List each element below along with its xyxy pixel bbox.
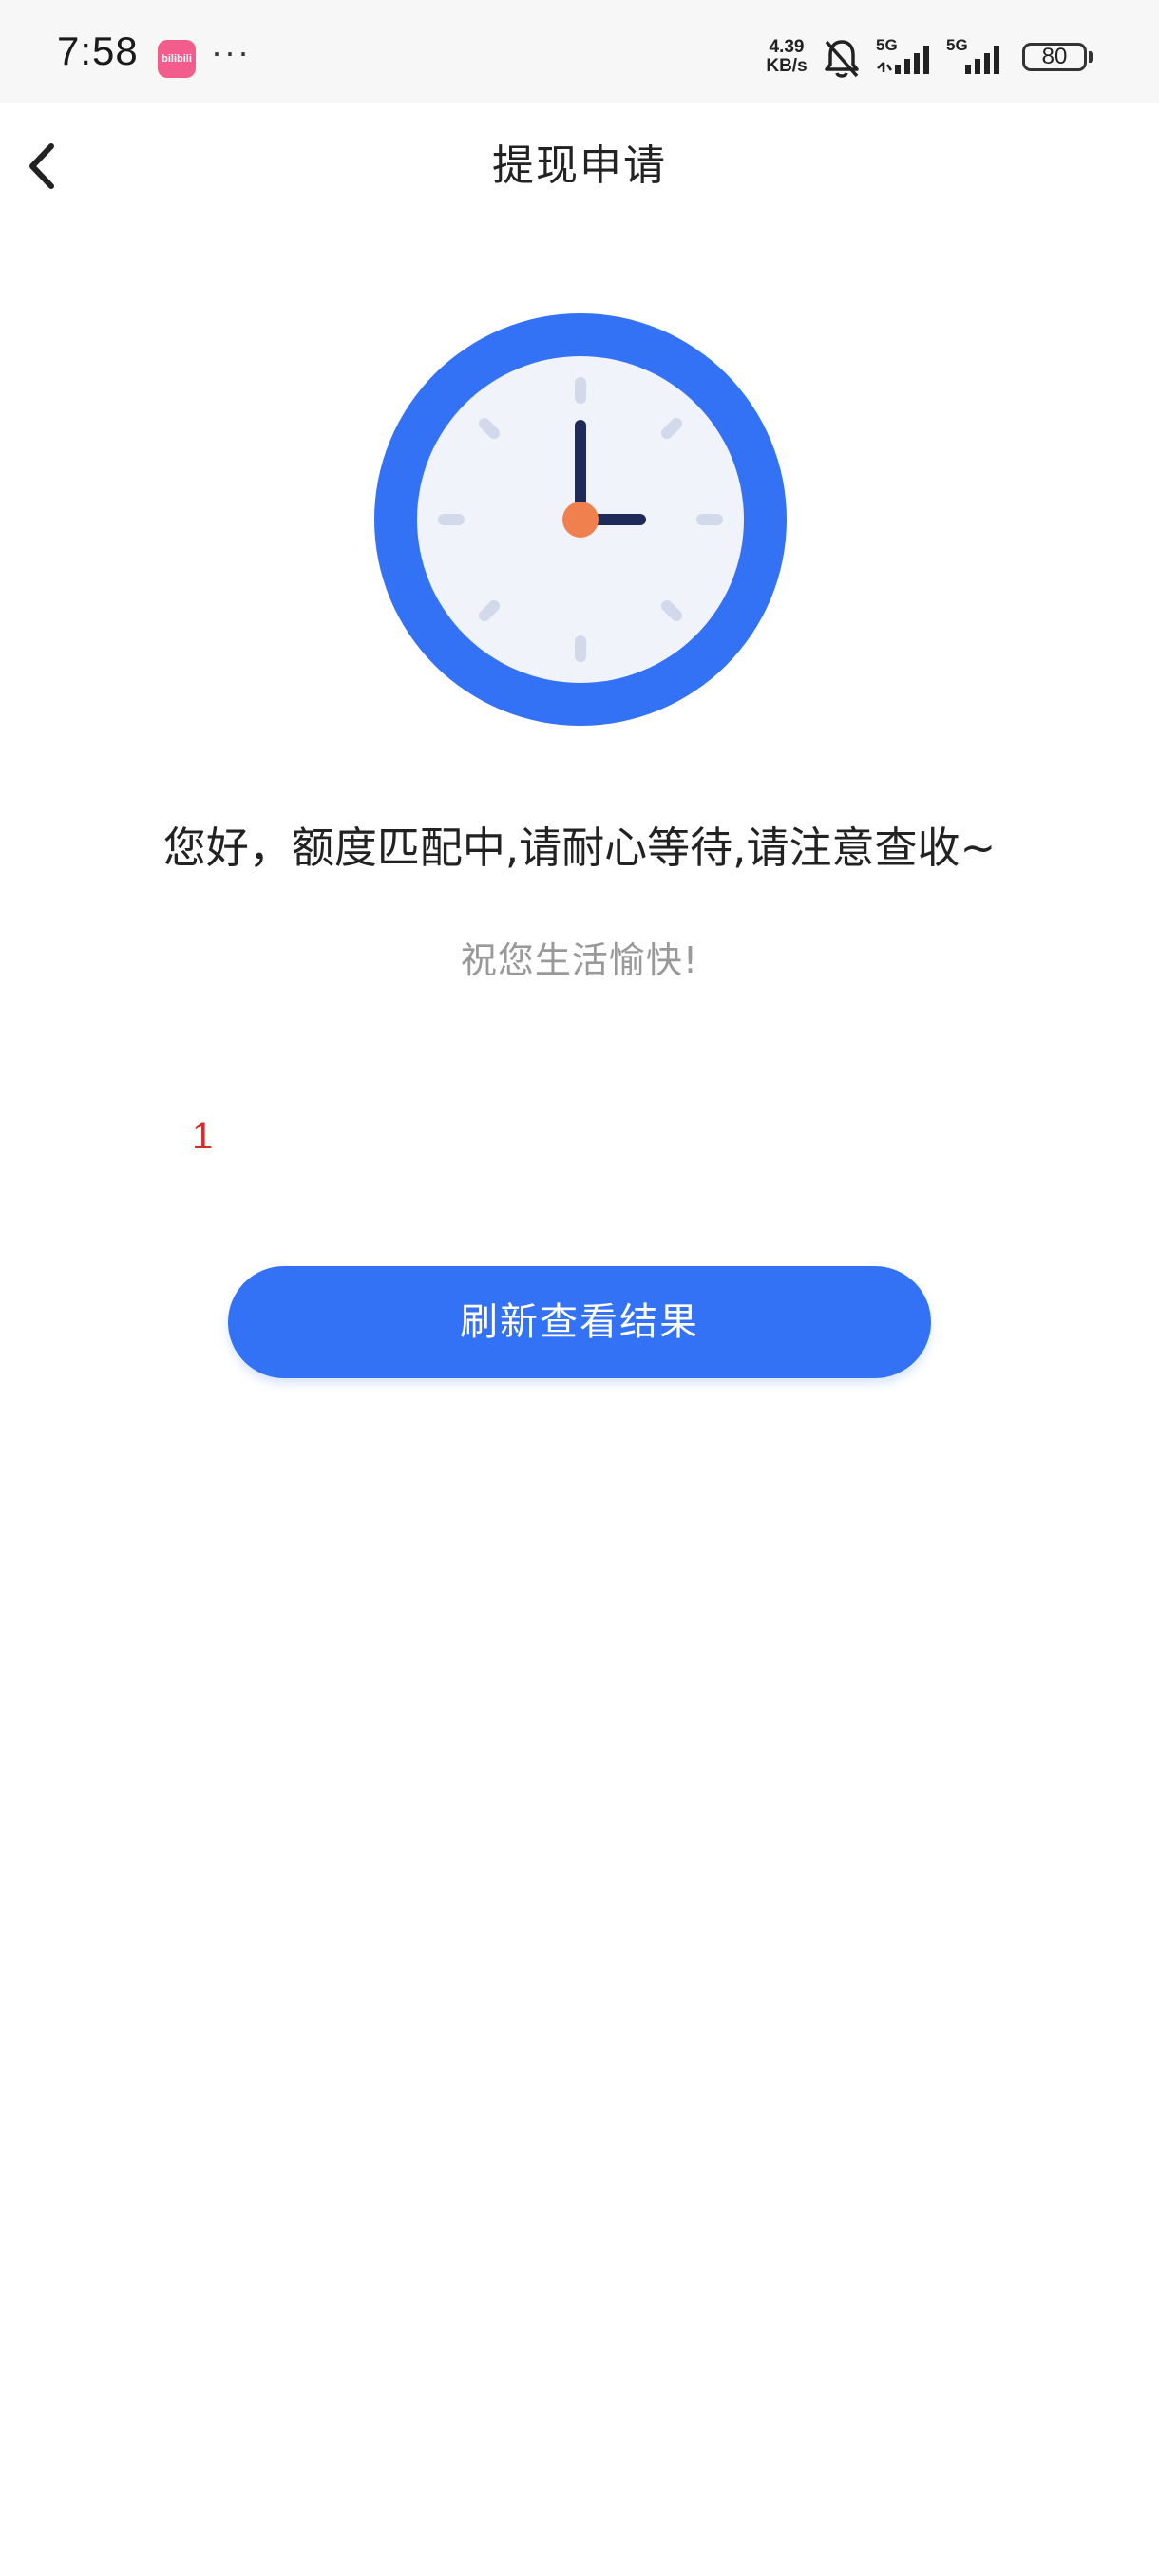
status-bar: 7:58 bilibili ··· 4.39 KB/s 5G 5G 80	[0, 0, 1159, 103]
network-speed: 4.39 KB/s	[760, 38, 813, 76]
counter-text: 1	[192, 1115, 214, 1157]
page-title: 提现申请	[492, 142, 667, 190]
network-speed-unit: KB/s	[766, 56, 808, 76]
refresh-result-button[interactable]: 刷新查看结果	[228, 1266, 931, 1378]
signal-icon: 5G	[946, 36, 1009, 78]
wish-text: 祝您生活愉快!	[460, 939, 699, 981]
bilibili-app-icon: bilibili	[158, 40, 196, 78]
more-notifications-icon: ···	[211, 32, 251, 71]
clock-icon	[374, 313, 787, 726]
matching-status-message: 您好，额度匹配中,请耐心等待,请注意查收~	[162, 823, 997, 873]
battery-icon: 80	[1022, 43, 1087, 71]
signal-icon: 5G	[876, 36, 939, 78]
battery-tip	[1089, 51, 1093, 63]
bell-muted-icon	[823, 38, 861, 80]
nav-bar: 提现申请	[0, 103, 1159, 226]
network-speed-value: 4.39	[769, 37, 805, 57]
status-time: 7:58	[57, 28, 139, 73]
